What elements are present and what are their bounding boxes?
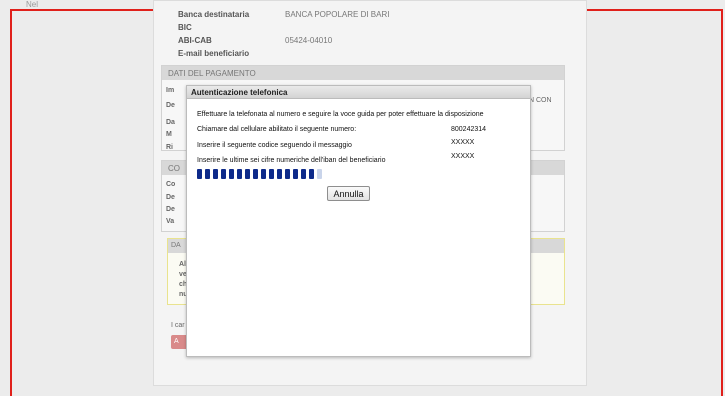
progress-segment xyxy=(221,169,226,179)
dialog-title: Autenticazione telefonica xyxy=(187,86,530,99)
progress-segment xyxy=(285,169,290,179)
progress-segment xyxy=(229,169,234,179)
dialog-instructions: Effettuare la telefonata al numero e seg… xyxy=(197,111,484,118)
progress-segment xyxy=(269,169,274,179)
iban-digits-value: XXXXX xyxy=(451,153,475,160)
progress-segment xyxy=(309,169,314,179)
progress-segment xyxy=(253,169,258,179)
call-number-value: 800242314 xyxy=(451,126,487,133)
progress-segment xyxy=(213,169,218,179)
page: Nel Banca destinataria BANCA POPOLARE DI… xyxy=(0,0,725,396)
progress-segment xyxy=(245,169,250,179)
code-value: XXXXX xyxy=(451,139,475,146)
progress-segment xyxy=(237,169,242,179)
progress-segment xyxy=(317,169,322,179)
code-label: Inserire il seguente codice seguendo il … xyxy=(197,142,352,149)
progress-segment xyxy=(293,169,298,179)
progress-segment xyxy=(277,169,282,179)
iban-digits-label: Inserire le ultime sei cifre numeriche d… xyxy=(197,157,386,164)
call-number-label: Chiamare dal cellulare abilitato il segu… xyxy=(197,126,357,133)
phone-auth-dialog: Autenticazione telefonica Effettuare la … xyxy=(186,85,531,357)
cancel-button[interactable]: Annulla xyxy=(327,186,370,201)
progress-segment xyxy=(197,169,202,179)
progress-track xyxy=(197,168,322,181)
progress-bar xyxy=(197,168,322,181)
progress-segment xyxy=(205,169,210,179)
progress-segment xyxy=(261,169,266,179)
progress-segment xyxy=(301,169,306,179)
